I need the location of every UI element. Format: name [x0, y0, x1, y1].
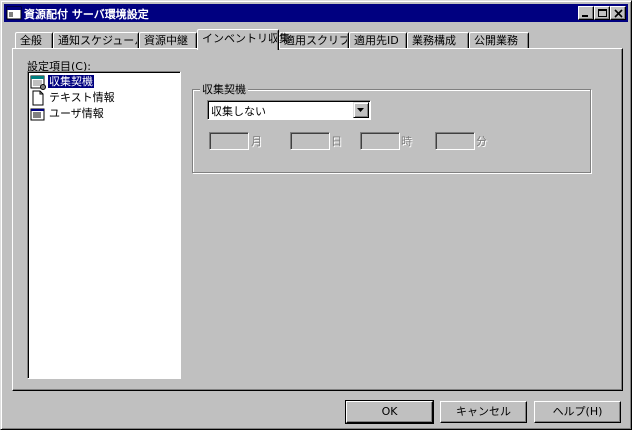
- tab-public-business[interactable]: 公開業務: [469, 32, 529, 48]
- list-item-label: 収集契機: [47, 74, 95, 89]
- tab-apply-target-id[interactable]: 適用先ID: [349, 32, 407, 48]
- hour-field: [360, 132, 400, 150]
- list-item-label: テキスト情報: [49, 91, 115, 104]
- user-list-icon: [30, 108, 45, 121]
- tab-general[interactable]: 全般: [15, 32, 53, 48]
- close-button[interactable]: [610, 6, 626, 20]
- window-title: 資源配付 サーバ環境設定: [24, 8, 149, 21]
- dropdown-button[interactable]: [353, 102, 369, 118]
- minute-unit-label: 分: [476, 135, 487, 148]
- tab-inventory-collection[interactable]: インベントリ収集: [197, 29, 290, 50]
- chevron-down-icon: [357, 108, 364, 112]
- select-value: 収集しない: [211, 105, 266, 118]
- document-icon: [32, 90, 44, 106]
- help-button[interactable]: ヘルプ(H): [534, 401, 621, 423]
- maximize-icon: [598, 9, 607, 17]
- tab-resource-relay[interactable]: 資源中継: [139, 32, 197, 48]
- tab-notification-schedule[interactable]: 通知スケジュール: [53, 32, 145, 48]
- title-bar[interactable]: 資源配付 サーバ環境設定: [4, 4, 628, 22]
- close-icon: [614, 9, 623, 18]
- day-field: [290, 132, 330, 150]
- month-field: [209, 132, 249, 150]
- collection-trigger-select[interactable]: 収集しない: [207, 100, 371, 120]
- app-window-icon: [6, 6, 22, 20]
- day-unit-label: 日: [331, 135, 342, 148]
- hour-unit-label: 時: [401, 135, 412, 148]
- tab-business-config[interactable]: 業務構成: [407, 32, 469, 48]
- minimize-icon: [582, 15, 588, 17]
- list-item-label: ユーザ情報: [49, 107, 104, 120]
- minimize-button[interactable]: [578, 6, 594, 20]
- cancel-button[interactable]: キャンセル: [440, 401, 527, 423]
- maximize-button[interactable]: [594, 6, 610, 20]
- minute-field: [435, 132, 475, 150]
- ok-button[interactable]: OK: [345, 400, 434, 424]
- settings-list[interactable]: 収集契機 テキスト情報 ユーザ情報: [27, 71, 181, 379]
- settings-dialog: 資源配付 サーバ環境設定 全般 通知スケジュール 資源中継 インベントリ収集 適…: [0, 0, 632, 430]
- calendar-icon: [30, 75, 46, 90]
- collection-trigger-group-title: 収集契機: [200, 81, 248, 97]
- month-unit-label: 月: [251, 135, 262, 148]
